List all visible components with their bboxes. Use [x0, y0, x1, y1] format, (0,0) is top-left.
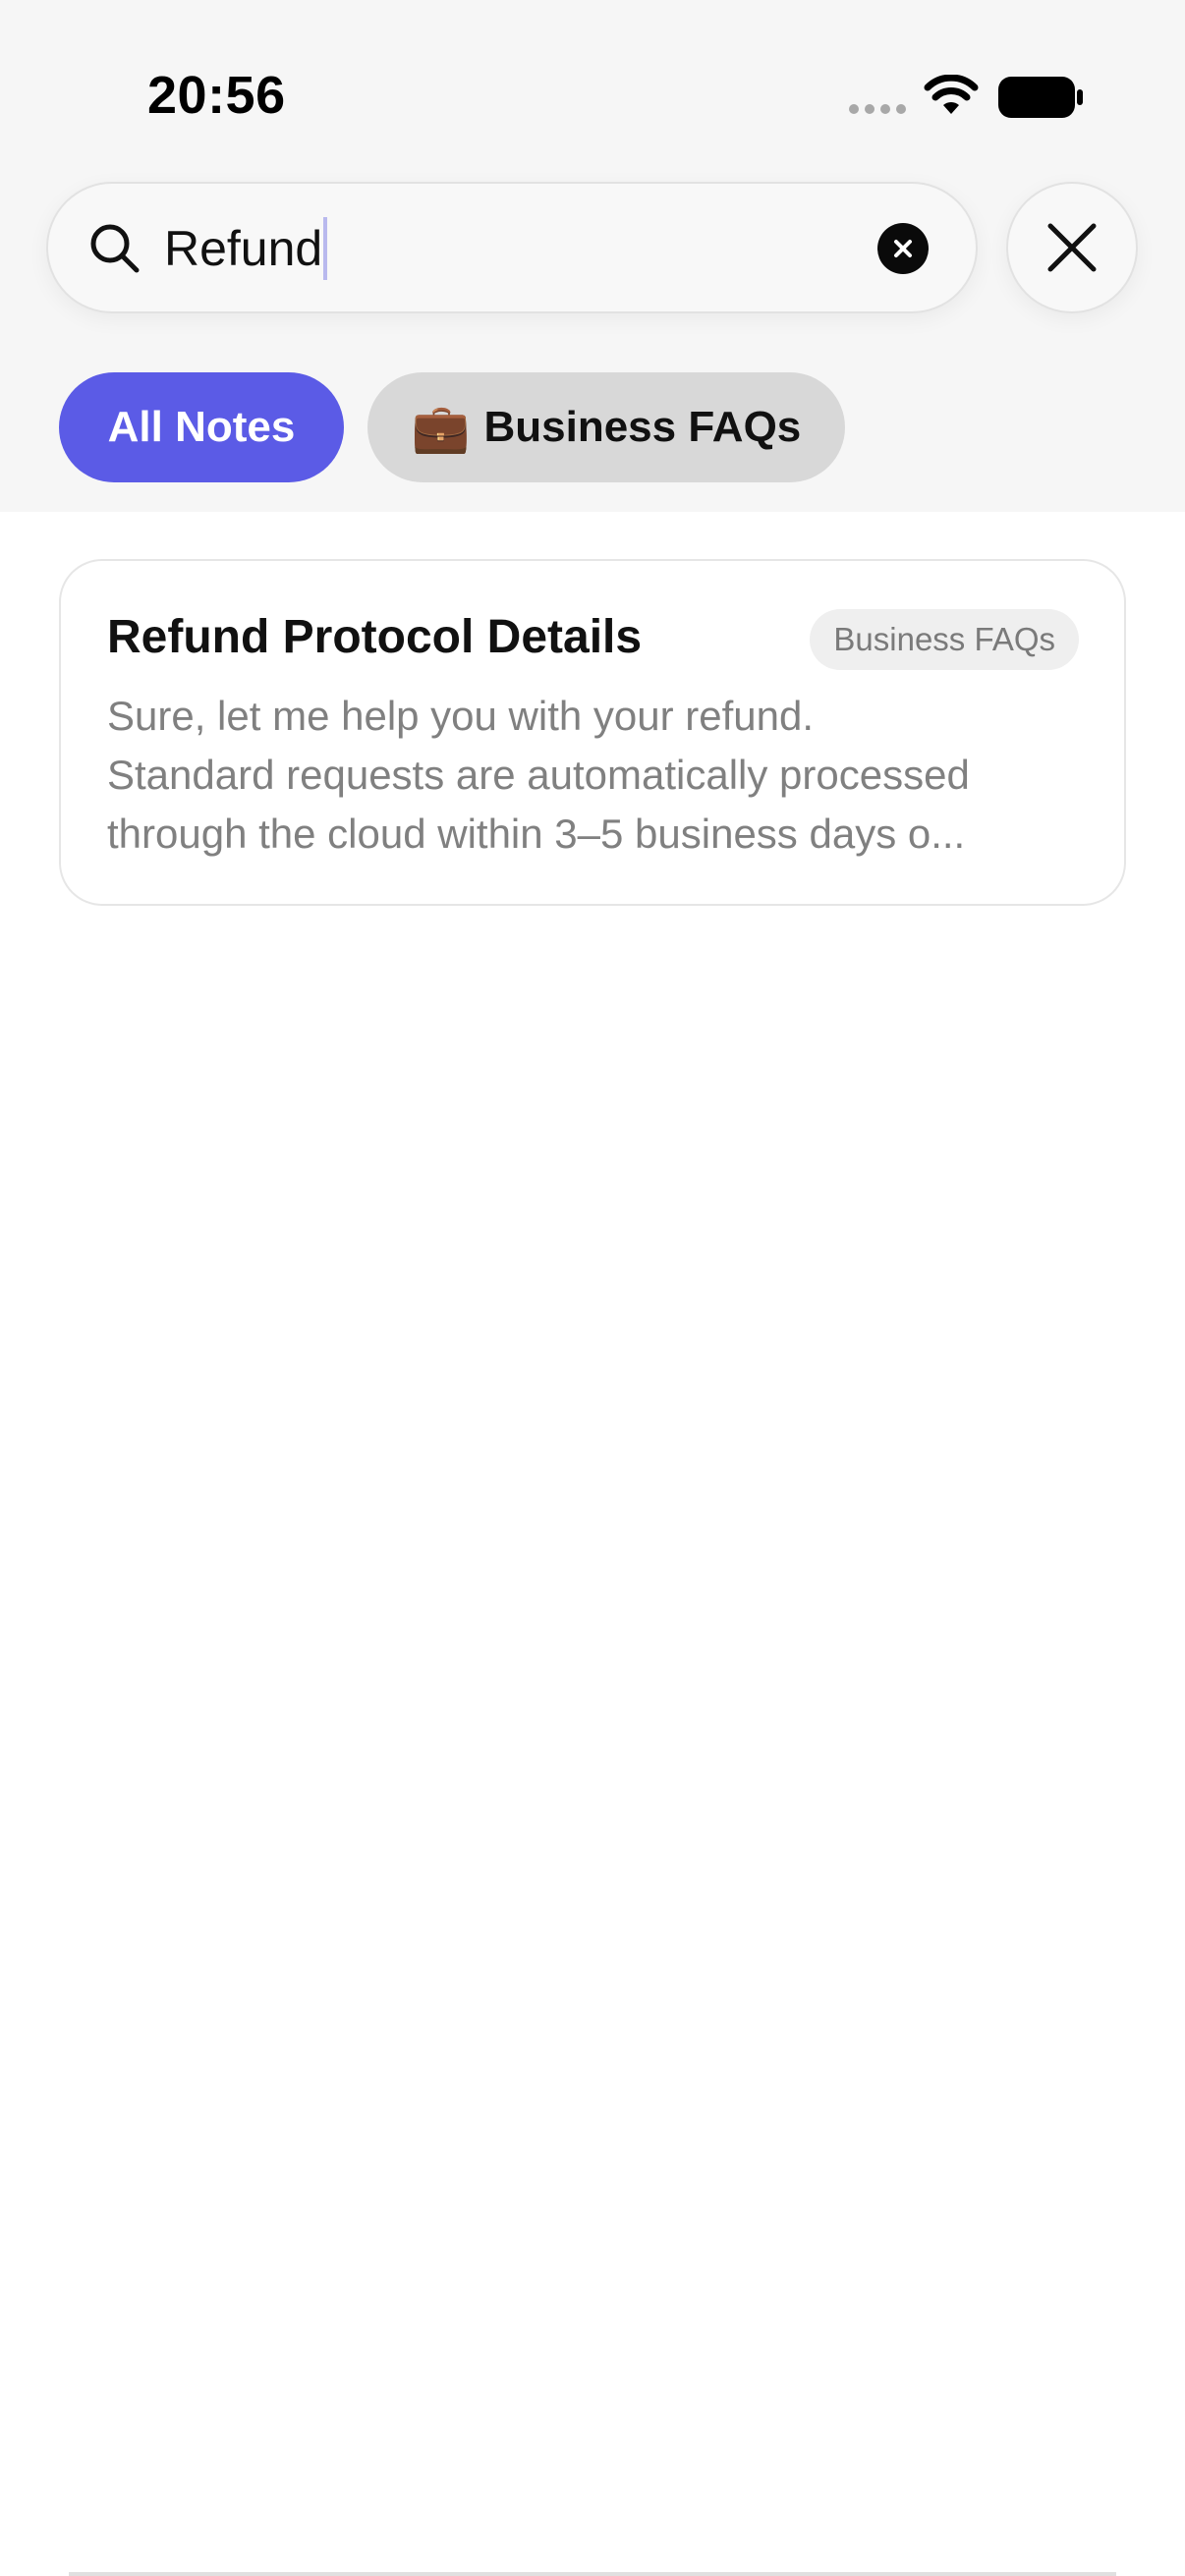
snippet-line: Sure, let me help you with your refund.	[107, 693, 815, 739]
note-title: Refund Protocol Details	[107, 611, 643, 663]
close-icon	[1047, 223, 1097, 272]
note-snippet: Sure, let me help you with your refund. …	[107, 687, 1090, 864]
filter-chip-all-notes[interactable]: All Notes	[59, 372, 344, 482]
category-badge: Business FAQs	[810, 609, 1079, 670]
battery-icon	[998, 77, 1083, 118]
status-time: 20:56	[147, 66, 286, 125]
filter-chip-business-faqs[interactable]: 💼 Business FAQs	[367, 372, 845, 482]
snippet-line: Standard requests are automatically proc…	[107, 752, 970, 798]
text-cursor	[323, 217, 327, 280]
header-area: 20:56 All Notes	[0, 0, 1185, 512]
close-search-button[interactable]	[1006, 182, 1138, 313]
home-indicator	[69, 2572, 1116, 2576]
snippet-line: through the cloud within 3–5 business da…	[107, 811, 966, 857]
clear-search-button[interactable]	[877, 223, 929, 274]
wifi-icon	[924, 75, 979, 114]
filter-chip-label: Business FAQs	[483, 403, 802, 451]
search-bar[interactable]	[46, 182, 978, 313]
search-result-card[interactable]: Refund Protocol Details Business FAQs Su…	[59, 559, 1126, 906]
search-input[interactable]	[164, 211, 793, 286]
signal-dots-icon	[849, 104, 906, 114]
clear-icon	[894, 240, 912, 257]
briefcase-icon: 💼	[411, 402, 471, 455]
search-icon	[90, 224, 140, 273]
filter-chip-label: All Notes	[107, 403, 296, 451]
